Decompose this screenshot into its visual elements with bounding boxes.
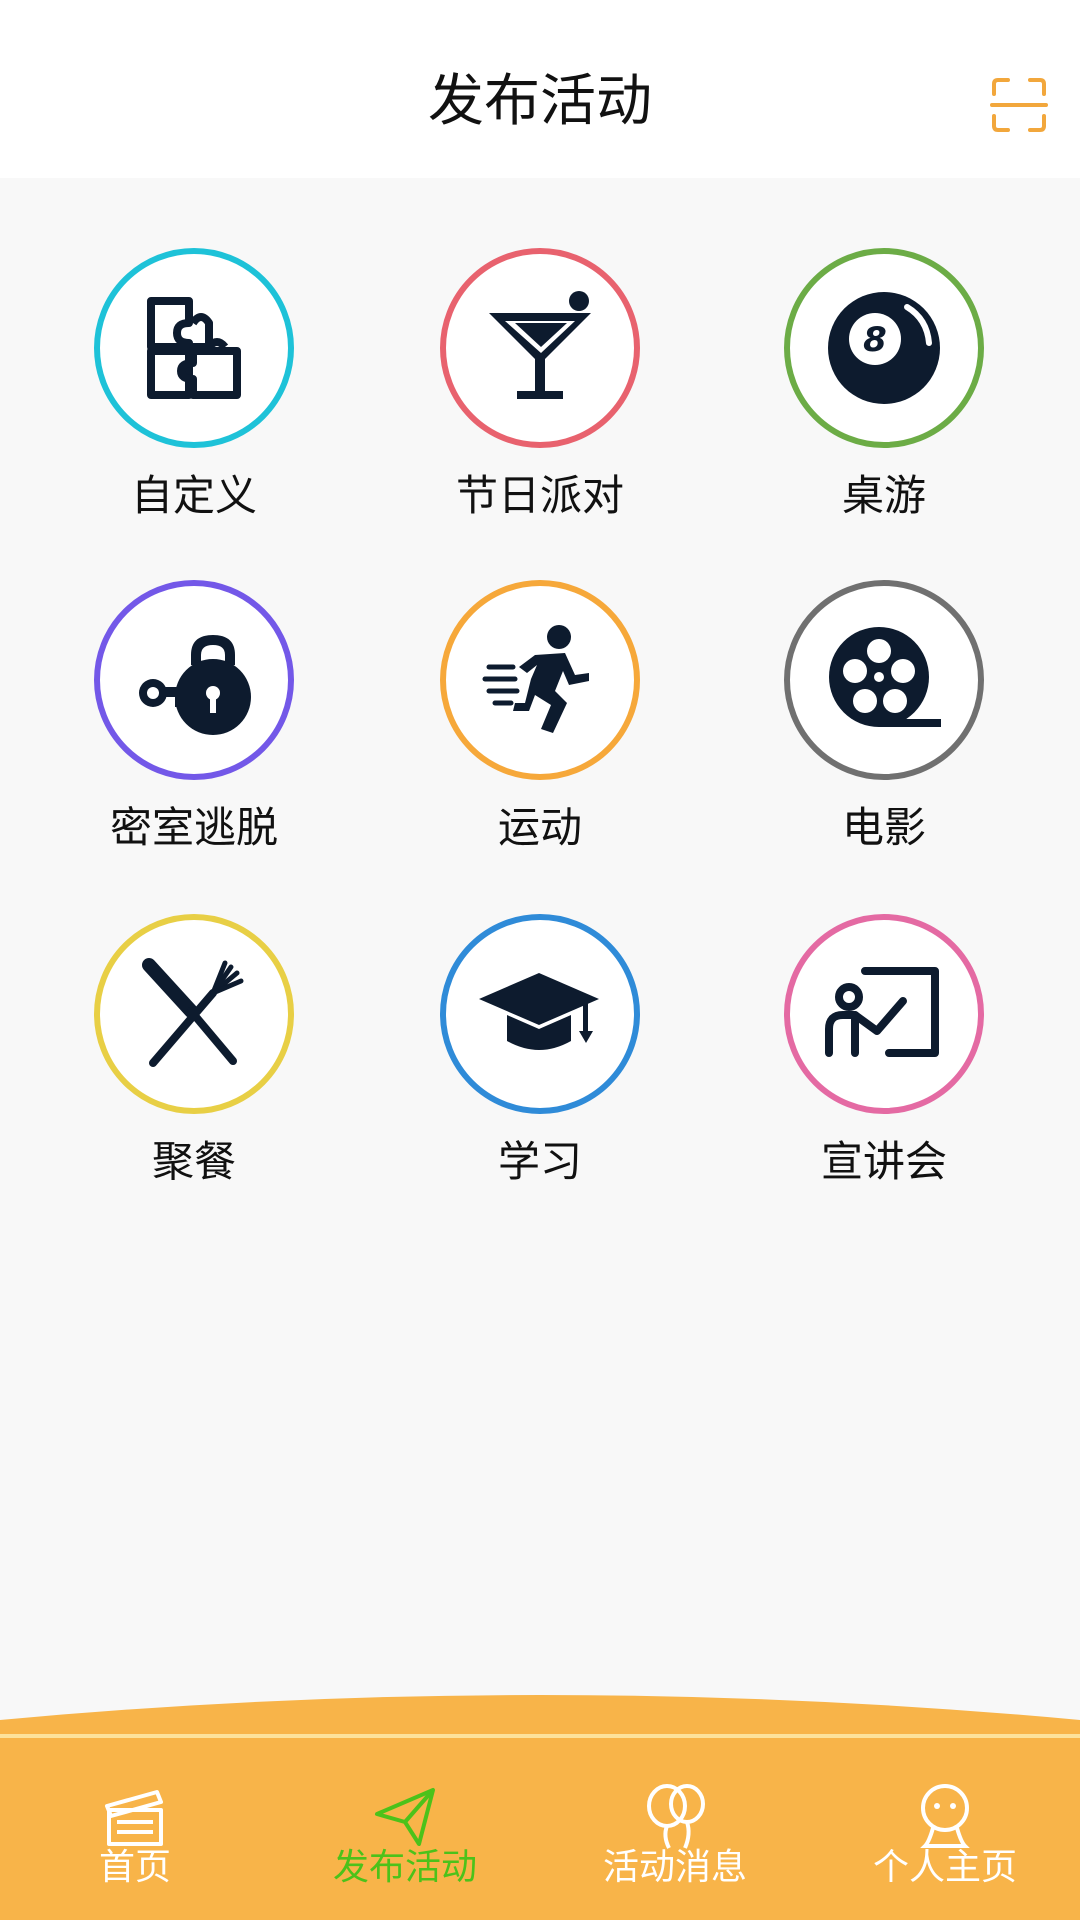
tab-activity-messages[interactable]: 活动消息 bbox=[540, 1780, 810, 1910]
category-board-games[interactable]: 8 桌游 bbox=[764, 248, 1004, 548]
category-dining[interactable]: 聚餐 bbox=[74, 914, 314, 1214]
runner-icon bbox=[482, 625, 589, 733]
billiard-ball-icon: 8 bbox=[828, 292, 940, 404]
category-label: 学习 bbox=[497, 1137, 582, 1186]
tab-label: 首页 bbox=[98, 1847, 171, 1888]
graduation-cap-icon bbox=[479, 973, 599, 1050]
bottom-tab-bar: 首页 发布活动 活动消息 个人主页 bbox=[0, 1720, 1080, 1920]
page-title: 发布活动 bbox=[428, 69, 652, 134]
category-ring bbox=[94, 248, 294, 448]
puzzle-icon bbox=[147, 297, 241, 399]
category-escape-room[interactable]: 密室逃脱 bbox=[74, 580, 314, 880]
category-label: 运动 bbox=[497, 803, 582, 852]
top-bar: 发布活动 bbox=[0, 0, 1080, 178]
scan-button[interactable] bbox=[990, 76, 1048, 134]
category-label: 电影 bbox=[841, 803, 926, 852]
category-sports[interactable]: 运动 bbox=[420, 580, 660, 880]
tabbar-divider bbox=[0, 1734, 1080, 1738]
tab-label: 活动消息 bbox=[602, 1847, 747, 1888]
clapperboard-icon bbox=[105, 1790, 163, 1846]
category-ring bbox=[440, 914, 640, 1114]
category-label: 密室逃脱 bbox=[109, 803, 278, 852]
lock-key-icon bbox=[139, 635, 251, 735]
category-ring bbox=[440, 248, 640, 448]
paper-plane-icon bbox=[375, 1788, 435, 1846]
tab-label: 个人主页 bbox=[872, 1847, 1017, 1888]
person-icon bbox=[920, 1784, 970, 1848]
category-ring bbox=[440, 580, 640, 780]
category-movies[interactable]: 电影 bbox=[764, 580, 1004, 880]
scan-icon bbox=[990, 78, 1048, 132]
category-label: 聚餐 bbox=[151, 1137, 236, 1186]
tab-home[interactable]: 首页 bbox=[0, 1780, 270, 1910]
svg-text:8: 8 bbox=[863, 320, 887, 360]
knife-fork-icon bbox=[142, 958, 244, 1067]
tab-profile[interactable]: 个人主页 bbox=[810, 1780, 1080, 1910]
category-study[interactable]: 学习 bbox=[420, 914, 660, 1214]
balloons-icon bbox=[647, 1784, 705, 1849]
category-ring: 8 bbox=[784, 248, 984, 448]
film-reel-icon bbox=[829, 627, 941, 727]
cocktail-icon bbox=[489, 291, 591, 399]
category-ring bbox=[784, 580, 984, 780]
category-label: 节日派对 bbox=[455, 471, 624, 520]
category-seminar[interactable]: 宣讲会 bbox=[764, 914, 1004, 1214]
category-holiday-party[interactable]: 节日派对 bbox=[420, 248, 660, 548]
tab-label: 发布活动 bbox=[332, 1847, 477, 1888]
category-label: 自定义 bbox=[130, 471, 257, 520]
category-label: 宣讲会 bbox=[820, 1137, 947, 1186]
presentation-icon bbox=[825, 967, 939, 1057]
tab-publish-activity[interactable]: 发布活动 bbox=[270, 1780, 540, 1910]
category-ring bbox=[94, 914, 294, 1114]
category-label: 桌游 bbox=[841, 471, 926, 520]
category-custom[interactable]: 自定义 bbox=[74, 248, 314, 548]
category-ring bbox=[784, 914, 984, 1114]
category-ring bbox=[94, 580, 294, 780]
